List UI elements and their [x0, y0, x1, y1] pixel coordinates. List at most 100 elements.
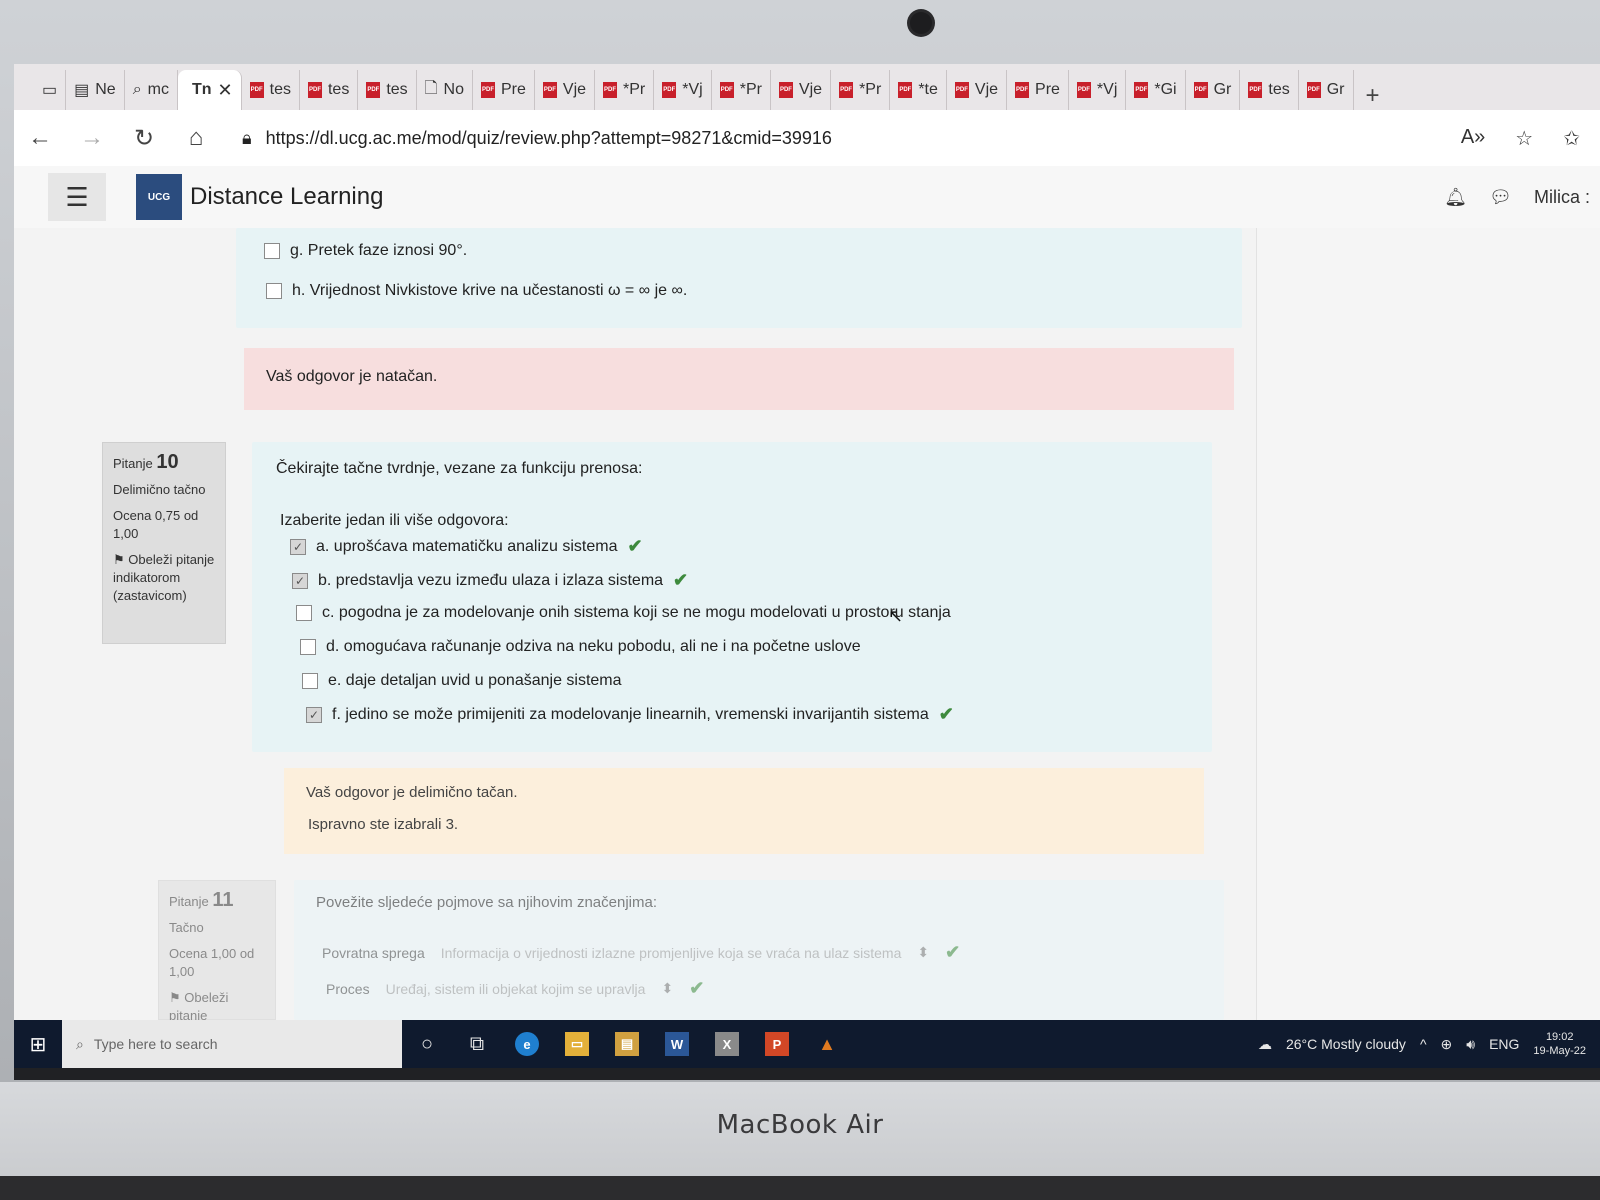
answer-option[interactable]: ✓ b. predstavlja vezu između ulaza i izla… [292, 570, 688, 591]
network-icon[interactable]: ⊕ [1441, 1036, 1453, 1053]
excel-icon[interactable]: X [715, 1032, 739, 1056]
answer-option[interactable]: d. omogućava računanje odziva na neku po… [300, 638, 861, 656]
checkbox[interactable] [266, 283, 282, 299]
browser-tab[interactable]: PDF Vje [947, 70, 1008, 110]
refresh-icon[interactable]: ↻ [118, 124, 170, 153]
answer-option[interactable]: ✓ f. jedino se može primijeniti za modelo… [306, 704, 954, 725]
match-select[interactable]: Uređaj, sistem ili objekat kojim se upra… [386, 981, 646, 997]
language-indicator[interactable]: ENG [1489, 1036, 1519, 1052]
option-text: g. Pretek faze iznosi 90°. [290, 242, 468, 259]
checkbox[interactable] [264, 243, 280, 259]
browser-tab[interactable]: PDF *Pr [595, 70, 655, 110]
checkbox[interactable]: ✓ [290, 538, 306, 555]
checkbox[interactable] [300, 639, 316, 655]
site-name[interactable]: Distance Learning [190, 183, 383, 211]
question-10-feedback-detail: Ispravno ste izabrali 3. [308, 816, 459, 833]
browser-tab[interactable]: PDF Pre [473, 70, 535, 110]
browser-tab[interactable]: PDF *Pr [712, 70, 771, 110]
match-row-1[interactable]: Povratna sprega Informacija o vrijednost… [322, 942, 960, 963]
url-field[interactable]: 🔒︎ https://dl.ucg.ac.me/mod/quiz/review.… [242, 128, 1461, 149]
pdf-icon: PDF [542, 82, 557, 98]
task-view-icon[interactable]: ⧉ [452, 1033, 502, 1056]
browser-tab[interactable]: PDF Gr [1299, 70, 1354, 110]
read-aloud-icon[interactable]: A» [1461, 126, 1485, 151]
edge-icon[interactable]: e [515, 1032, 539, 1056]
option-g[interactable]: g. Pretek faze iznosi 90°. [264, 242, 467, 260]
matlab-icon[interactable]: ▲ [815, 1032, 839, 1056]
match-term: Proces [326, 980, 370, 997]
new-tab-icon[interactable]: + [1354, 82, 1392, 110]
bell-icon[interactable]: 🔔︎ [1444, 187, 1467, 208]
browser-tab[interactable]: PDF Gr [1186, 70, 1241, 110]
weather-icon[interactable]: ☁ [1258, 1036, 1272, 1053]
pdf-icon: PDF [1015, 82, 1030, 98]
tab-label: *te [918, 81, 938, 98]
pdf-icon: PDF [954, 82, 969, 98]
browser-tab[interactable]: PDF tes [358, 70, 417, 110]
browser-tab[interactable]: PDF *Vj [654, 70, 712, 110]
cortana-icon[interactable]: ○ [402, 1033, 452, 1056]
clock[interactable]: 19:02 19-May-22 [1533, 1030, 1586, 1058]
previous-feedback: Vaš odgovor je natačan. [266, 368, 438, 385]
checkbox[interactable] [302, 673, 318, 689]
browser-tab[interactable]: Tn ✕ [178, 70, 242, 110]
option-h[interactable]: h. Vrijednost Nivkistove krive na učesta… [266, 282, 687, 300]
home-icon[interactable]: ⌂ [170, 124, 222, 152]
flag-question-link[interactable]: ⚑ Obeleži pitanje indikatorom (zastavico… [113, 551, 215, 605]
browser-tab[interactable]: ▤ Ne [66, 70, 125, 110]
url-text: https://dl.ucg.ac.me/mod/quiz/review.php… [265, 127, 832, 148]
weather-text[interactable]: 26°C Mostly cloudy [1286, 1036, 1406, 1052]
question-prompt: Čekirajte tačne tvrdnje, vezane za funkc… [276, 460, 643, 477]
tab-label: *Gi [1154, 81, 1177, 98]
user-name[interactable]: Milica : [1534, 187, 1590, 208]
tab-actions-icon[interactable]: ▭ [34, 70, 67, 110]
checkbox[interactable]: ✓ [292, 572, 308, 589]
browser-tab[interactable]: PDF Vje [771, 70, 832, 110]
browser-tab[interactable]: PDF *Pr [831, 70, 891, 110]
browser-tab[interactable]: PDF tes [242, 70, 300, 110]
document-icon: 🗋︎ [424, 79, 438, 97]
close-tab-icon[interactable]: ✕ [218, 80, 233, 101]
favorite-icon[interactable]: ☆ [1515, 126, 1533, 151]
taskbar-search[interactable]: ⌕ Type here to search [62, 1020, 402, 1068]
collections-icon[interactable]: ✩ [1563, 126, 1580, 151]
back-icon[interactable]: ← [14, 124, 66, 152]
select-arrows-icon: ⬍ [661, 980, 674, 996]
forward-icon[interactable]: → [66, 124, 118, 152]
checkbox[interactable] [296, 605, 312, 621]
tab-label: tes [269, 81, 291, 98]
store-icon[interactable]: ▤ [615, 1032, 639, 1056]
browser-tab[interactable]: PDF *Gi [1126, 70, 1186, 110]
browser-tab[interactable]: PDF Vje [535, 70, 596, 110]
site-logo[interactable]: UCG [136, 174, 182, 220]
browser-tab[interactable]: PDF *Vj [1069, 70, 1127, 110]
show-hidden-icons[interactable]: ^ [1420, 1036, 1427, 1052]
powerpoint-icon[interactable]: P [765, 1032, 789, 1056]
site-header: ☰ UCG Distance Learning 🔔︎ 💬︎ Milica : [14, 166, 1600, 229]
browser-tab[interactable]: PDF Pre [1007, 70, 1069, 110]
match-row-2[interactable]: Proces Uređaj, sistem ili objekat kojim … [326, 978, 704, 999]
browser-tab[interactable]: PDF tes [1240, 70, 1299, 110]
browser-tab[interactable]: PDF *te [890, 70, 947, 110]
tab-label: Vje [798, 81, 823, 98]
answer-option[interactable]: c. pogodna je za modelovanje onih sistem… [296, 604, 951, 622]
question-prompt: Povežite sljedeće pojmove sa njihovim zn… [316, 894, 658, 911]
volume-icon[interactable]: 🔊︎ [1466, 1036, 1475, 1053]
lock-icon[interactable]: 🔒︎ [242, 128, 252, 149]
browser-tab[interactable]: PDF tes [300, 70, 359, 110]
select-arrows-icon: ⬍ [917, 944, 930, 960]
question-grade: Ocena 1,00 od 1,00 [169, 946, 255, 979]
hamburger-menu-button[interactable]: ☰ [48, 173, 106, 221]
chat-icon[interactable]: 💬︎ [1489, 187, 1512, 208]
checkbox[interactable]: ✓ [306, 706, 322, 723]
tab-label: Gr [1213, 81, 1232, 98]
browser-tab[interactable]: ⌕ mc [125, 70, 178, 110]
match-select[interactable]: Informacija o vrijednosti izlazne promje… [441, 945, 902, 961]
windows-start-icon[interactable]: ⊞ [14, 1032, 62, 1057]
pdf-icon: PDF [719, 82, 734, 98]
answer-option[interactable]: ✓ a. uprošćava matematičku analizu sistem… [290, 536, 643, 557]
file-explorer-icon[interactable]: ▭ [565, 1032, 589, 1056]
word-icon[interactable]: W [665, 1032, 689, 1056]
answer-option[interactable]: e. daje detaljan uvid u ponašanje sistem… [302, 672, 622, 690]
browser-tab[interactable]: 🗋︎ No [417, 70, 473, 110]
